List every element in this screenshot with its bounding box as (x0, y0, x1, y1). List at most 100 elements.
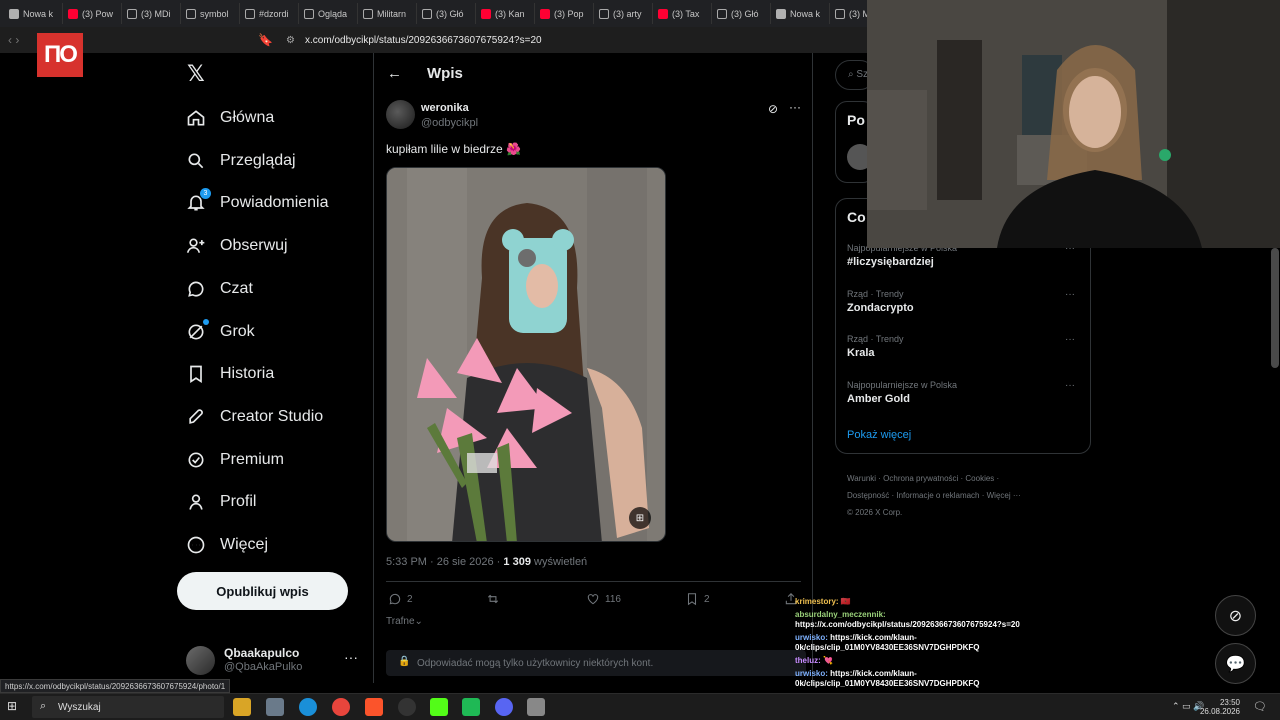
sidebar-item-obserwuj[interactable]: Obserwuj (186, 232, 288, 260)
back-forward-icon[interactable]: ‹ › (8, 33, 19, 47)
browser-tab[interactable]: Nowa k (4, 3, 63, 24)
chat-username[interactable]: krimestory: (795, 597, 839, 606)
account-switcher[interactable]: Qbaakapulco @QbaAkaPulko ··· (186, 645, 376, 677)
discord-icon[interactable] (495, 698, 513, 716)
file-explorer-icon[interactable] (233, 698, 251, 716)
browser-tab[interactable]: (3) Głó (712, 3, 771, 24)
trend-item[interactable]: Najpopularniejsze w Polska Amber Gold ··· (847, 380, 1087, 405)
sidebar-item-czat[interactable]: Czat (186, 275, 253, 303)
sidebar-item-label: Grok (220, 322, 255, 340)
footer-line[interactable]: Dostępność · Informacje o reklamach · Wi… (847, 487, 1087, 504)
site-settings-icon[interactable]: ⚙ (286, 35, 295, 46)
post-button[interactable]: Opublikuj wpis (177, 572, 348, 610)
browser-tab[interactable]: #dzordi (240, 3, 299, 24)
bookmark-button[interactable]: 2 (685, 592, 710, 606)
x-sidebar: 𝕏 Główna Przeglądaj 3 Powiadomienia Obserwuj… (176, 53, 372, 683)
taskbar-search[interactable]: ⌕ Wyszukaj (32, 696, 224, 718)
browser-tab[interactable]: symbol (181, 3, 240, 24)
image-options-icon[interactable]: ⊞ (629, 507, 651, 529)
stream-chat: krimestory: 🇲🇦 absurdalny_meczennik: http… (795, 597, 1045, 692)
browser-tab[interactable]: (3) Tax (653, 3, 712, 24)
browser-tab[interactable]: Nowa k (771, 3, 830, 24)
post-time[interactable]: 5:33 PM · 26 sie 2026 · (386, 556, 503, 568)
browser-tab[interactable]: (3) arty (594, 3, 653, 24)
app-icon[interactable] (462, 698, 480, 716)
clock[interactable]: 23:50 26.08.2026 (1200, 698, 1240, 716)
author-name[interactable]: weronika (421, 102, 469, 114)
browser-tab[interactable]: (3) Kan (476, 3, 535, 24)
sidebar-item-przeglądaj[interactable]: Przeglądaj (186, 147, 296, 175)
trend-category: Najpopularniejsze w Polska (847, 379, 958, 390)
sidebar-item-więcej[interactable]: Więcej (186, 531, 268, 559)
sidebar-item-grok[interactable]: Grok (186, 318, 255, 346)
sidebar-item-label: Obserwuj (220, 237, 288, 255)
person-icon (186, 492, 206, 512)
notification-icon[interactable]: 🗨 (1253, 700, 1267, 713)
tab-label: (3) Pow (82, 8, 114, 19)
sidebar-item-label: Premium (220, 450, 285, 468)
edge-icon[interactable] (299, 698, 317, 716)
browser-tab[interactable]: (3) MDi (122, 3, 181, 24)
restriction-text: Odpowiadać mogą tylko użytkownicy niektó… (417, 657, 654, 669)
browser-tab[interactable]: Militarn (358, 3, 417, 24)
trend-category: Rząd · Trendy (847, 334, 904, 344)
chat-message: theluz: 💘 (795, 656, 1045, 666)
like-button[interactable]: 116 (586, 592, 621, 606)
obs-icon[interactable] (398, 698, 416, 716)
chat-username[interactable]: urwisko: (795, 669, 828, 678)
sidebar-item-powiadomienia[interactable]: 3 Powiadomienia (186, 188, 329, 217)
trend-item[interactable]: Rząd · Trendy Krala ··· (847, 334, 1087, 359)
trend-item[interactable]: Rząd · Trendy Zondacrypto ··· (847, 289, 1087, 314)
browser-tab[interactable]: (3) Pow (63, 3, 122, 24)
chat-username[interactable]: urwisko: (795, 633, 828, 642)
x-icon (717, 8, 727, 19)
author-handle[interactable]: @odbycikpl (421, 117, 478, 129)
page-scrollbar[interactable] (1271, 248, 1279, 368)
author-avatar[interactable] (386, 100, 415, 129)
url-field[interactable]: x.com/odbycikpl/status/20926366736076759… (305, 35, 542, 46)
tab-label: (3) Kan (495, 8, 525, 19)
sidebar-item-creator-studio[interactable]: Creator Studio (186, 403, 323, 431)
tab-label: (3) arty (613, 8, 642, 19)
post-photo[interactable]: ⊞ (386, 167, 666, 542)
x-icon (422, 8, 432, 19)
like-count: 116 (605, 593, 621, 605)
reply-button[interactable]: 2 (388, 592, 413, 606)
browser-tab[interactable]: (3) Głó (417, 3, 476, 24)
chrome-icon[interactable] (332, 698, 350, 716)
reply-count: 2 (407, 593, 413, 605)
account-more-icon[interactable]: ··· (344, 649, 358, 665)
trend-name: Amber Gold (847, 392, 910, 405)
browser-tab[interactable]: (3) Pop (535, 3, 594, 24)
brave-icon[interactable] (365, 698, 383, 716)
bookmark-icon[interactable]: 🔖 (258, 33, 273, 47)
trend-more-icon[interactable]: ··· (1065, 334, 1075, 345)
app-icon[interactable] (266, 698, 284, 716)
chat-username[interactable]: theluz: (795, 656, 821, 665)
kick-icon[interactable] (430, 698, 448, 716)
grok-fab-icon[interactable]: ⊘ (1215, 595, 1256, 636)
trend-more-icon[interactable]: ··· (1065, 289, 1075, 300)
sidebar-item-główna[interactable]: Główna (186, 104, 274, 132)
windows-start-icon[interactable]: ⊞ (7, 699, 23, 715)
brave-icon (776, 8, 786, 19)
sidebar-item-profil[interactable]: Profil (186, 488, 256, 516)
messages-fab-icon[interactable]: 💬 (1215, 643, 1256, 684)
youtube-icon (658, 8, 668, 19)
link-status-bar: https://x.com/odbycikpl/status/209263667… (0, 679, 231, 693)
trend-more-icon[interactable]: ··· (1065, 380, 1075, 391)
sidebar-item-historia[interactable]: Historia (186, 360, 274, 388)
heart-icon (587, 594, 599, 605)
browser-tab[interactable]: Ogląda (299, 3, 358, 24)
more-icon[interactable]: ··· (789, 100, 801, 114)
sidebar-item-premium[interactable]: Premium (186, 446, 284, 474)
reply-sort-dropdown[interactable]: Trafne⌄ (386, 616, 423, 627)
repost-button[interactable] (486, 592, 500, 606)
chat-username[interactable]: absurdalny_meczennik: (795, 610, 886, 619)
grok-icon[interactable]: ⊘ (768, 102, 778, 116)
footer-line[interactable]: Warunki · Ochrona prywatności · Cookies … (847, 470, 1087, 487)
back-arrow-icon[interactable]: ← (387, 65, 402, 82)
show-more-link[interactable]: Pokaż więcej (847, 429, 911, 441)
x-logo-icon[interactable]: 𝕏 (187, 61, 205, 87)
app-icon[interactable] (527, 698, 545, 716)
